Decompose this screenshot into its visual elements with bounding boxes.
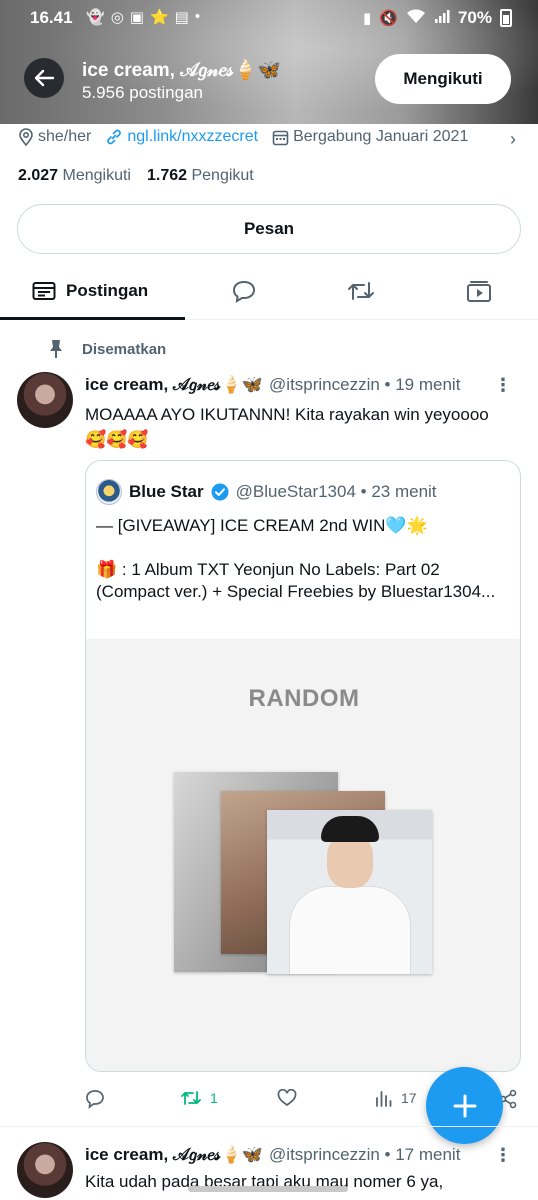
quote-text-line2: 🎁 : 1 Album TXT Yeonjun No Labels: Part … (96, 560, 496, 601)
wifi-icon (406, 8, 426, 28)
message-button[interactable]: Pesan (17, 204, 521, 254)
status-time: 16.41 (30, 8, 73, 27)
mute-icon: 🔇 (379, 10, 398, 27)
shopping-icon: ▤ (174, 9, 189, 26)
following-count: 2.027 (18, 167, 59, 184)
pin-icon (50, 340, 62, 358)
following-stat[interactable]: 2.027 Mengikuti (18, 167, 131, 185)
link-icon (107, 129, 122, 145)
pronouns-item: she/her (18, 128, 91, 146)
star-icon: ⭐ (149, 9, 169, 26)
views-icon (376, 1091, 392, 1107)
reply-icon (86, 1090, 104, 1109)
joined-item: Bergabung Januari 2021 (272, 128, 468, 146)
whatsapp-icon: ◎ (110, 9, 124, 26)
header-display-name: ice cream, 𝒜𝑔𝓃𝑒𝓈🍦🦋 (82, 60, 281, 81)
post-handle-time[interactable]: @itsprincezzin • 19 menit (269, 375, 460, 395)
post-header: ice cream, 𝒜𝑔𝓃𝑒𝓈🍦🦋 @itsprincezzin • 19 m… (85, 375, 460, 395)
quote-text-line1: — [GIVEAWAY] ICE CREAM 2nd WIN🩵🌟 (96, 516, 428, 535)
linkedin-icon: ▣ (129, 9, 144, 26)
back-button[interactable] (24, 58, 64, 98)
post-author-name[interactable]: ice cream, 𝒜𝑔𝓃𝑒𝓈🍦🦋 (85, 1145, 263, 1165)
followers-label: Pengikut (191, 167, 254, 184)
reply-icon (232, 280, 256, 303)
tab-active-indicator (0, 317, 185, 320)
like-button[interactable] (277, 1089, 297, 1107)
snapchat-icon: 👻 (86, 9, 105, 26)
following-button[interactable]: Mengikuti (375, 54, 511, 104)
calendar-icon (272, 130, 289, 145)
tab-reposts[interactable] (347, 262, 375, 320)
quoted-post[interactable]: Blue Star @BlueStar1304 • 23 menit — [GI… (85, 460, 521, 1072)
tab-posts[interactable]: Postingan (32, 262, 148, 320)
followers-count: 1.762 (146, 167, 188, 184)
profile-link[interactable]: ngl.link/nxxzzecret (105, 128, 258, 146)
header-post-count: 5.956 postingan (82, 83, 203, 102)
profile-tabs: Postingan (0, 262, 538, 320)
post-header: ice cream, 𝒜𝑔𝓃𝑒𝓈🍦🦋 @itsprincezzin • 17 m… (85, 1145, 460, 1165)
quote-author-name: Blue Star (129, 482, 204, 501)
photo-hat (321, 816, 379, 842)
dot-icon: • (194, 8, 201, 25)
tab-posts-label: Postingan (66, 281, 149, 300)
gesture-bar (188, 1186, 348, 1192)
photo-shirt (289, 886, 411, 974)
followers-stat[interactable]: 1.762 Pengikut (147, 167, 254, 185)
follow-stats: 2.027 Mengikuti 1.762 Pengikut (18, 167, 254, 185)
notification-icons: 👻 ◎ ▣ ⭐ ▤ • (86, 8, 200, 26)
verified-badge-icon (211, 483, 229, 501)
image-title: RANDOM (248, 685, 360, 712)
repost-icon (348, 282, 374, 300)
photo-face (327, 834, 373, 888)
post-divider (0, 1126, 538, 1127)
quote-header: Blue Star @BlueStar1304 • 23 menit (96, 479, 437, 505)
pinned-indicator: Disematkan (48, 339, 166, 359)
pronouns-text: she/her (38, 128, 92, 145)
location-pin-icon (19, 128, 33, 146)
tab-replies[interactable] (231, 262, 257, 320)
more-options-icon[interactable]: ⋮ (494, 375, 512, 396)
plus-icon (453, 1094, 476, 1117)
more-options-icon[interactable]: ⋮ (494, 1145, 512, 1166)
signal-icon (434, 8, 450, 28)
quote-handle-time: @BlueStar1304 • 23 menit (235, 482, 437, 501)
repost-count: 1 (210, 1090, 218, 1106)
post-author-name[interactable]: ice cream, 𝒜𝑔𝓃𝑒𝓈🍦🦋 (85, 375, 263, 395)
status-bar: 16.41 👻 ◎ ▣ ⭐ ▤ • ▮ 🔇 70% (0, 0, 538, 36)
quote-text: — [GIVEAWAY] ICE CREAM 2nd WIN🩵🌟 🎁 : 1 A… (96, 515, 506, 603)
avatar[interactable] (17, 1142, 73, 1198)
post-handle-time[interactable]: @itsprincezzin • 17 menit (269, 1145, 460, 1165)
chevron-right-icon[interactable]: › (510, 129, 516, 150)
repost-button[interactable]: 1 (180, 1089, 218, 1107)
reply-button[interactable] (85, 1089, 105, 1109)
battery-icon (500, 9, 512, 27)
posts-icon (32, 282, 56, 300)
views-button[interactable]: 17 (375, 1089, 417, 1107)
quote-image[interactable]: RANDOM (86, 639, 520, 1071)
profile-meta: she/her ngl.link/nxxzzecret Bergabung Ja… (18, 128, 468, 146)
arrow-left-icon (34, 69, 55, 87)
tab-media[interactable] (466, 262, 492, 320)
repost-icon (181, 1091, 201, 1105)
joined-text: Bergabung Januari 2021 (293, 128, 469, 145)
avatar[interactable] (17, 372, 73, 428)
system-icons: ▮ 🔇 70% (363, 8, 512, 28)
profile-link-text[interactable]: ngl.link/nxxzzecret (127, 128, 258, 146)
media-icon (467, 281, 491, 302)
compose-button[interactable] (426, 1067, 503, 1144)
quote-avatar (96, 479, 122, 505)
view-count: 17 (401, 1090, 417, 1106)
pinned-label: Disematkan (82, 340, 167, 358)
photo-front (267, 810, 432, 974)
post-text: MOAAAA AYO IKUTANNN! Kita rayakan win ye… (85, 405, 489, 449)
heart-icon (277, 1089, 297, 1107)
following-label: Mengikuti (62, 167, 131, 184)
battery-percent: 70% (457, 8, 492, 27)
sim-icon: ▮ (363, 10, 372, 27)
